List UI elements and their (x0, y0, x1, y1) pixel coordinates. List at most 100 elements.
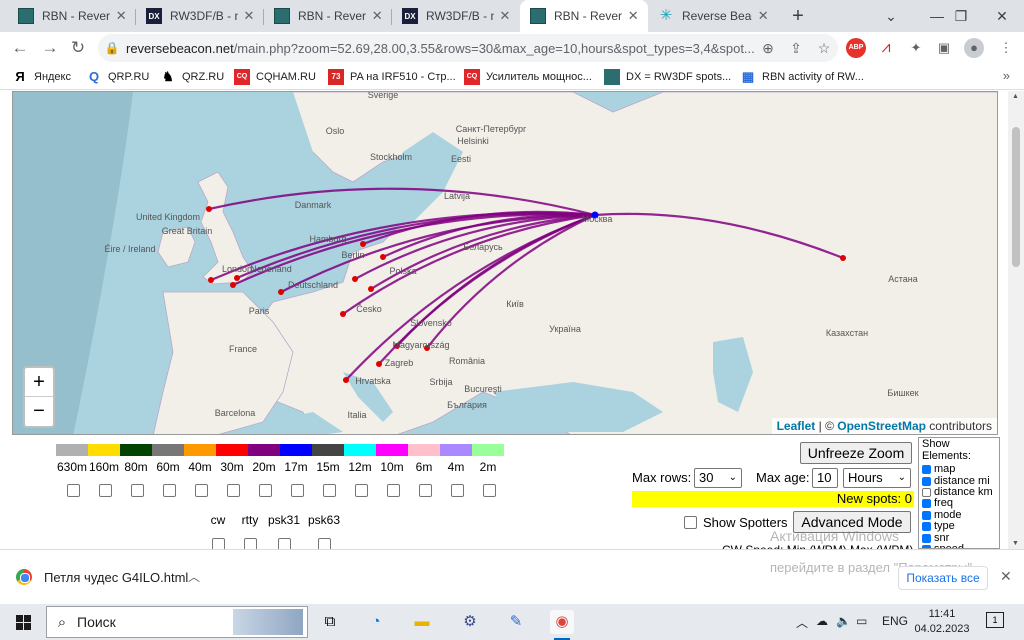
spotter-marker[interactable] (340, 311, 346, 317)
max-rows-select[interactable]: 30 ⌄ (694, 468, 742, 488)
spotter-marker[interactable] (234, 275, 240, 281)
tab-rbn-2[interactable]: RBN - Reverse ✕ (264, 0, 392, 32)
acrobat-icon[interactable]: ⩘ (876, 38, 896, 58)
zoom-icon[interactable]: ⊕ (754, 40, 782, 57)
bookmark-dx-spots[interactable]: DX = RW3DF spots... (604, 68, 731, 86)
new-tab-button[interactable]: + (786, 4, 810, 28)
show-element-checkbox[interactable] (922, 476, 931, 486)
show-element-checkbox[interactable] (922, 465, 931, 475)
input-language[interactable]: ENG (882, 614, 908, 628)
tab-rbn-active[interactable]: RBN - Reverse ✕ (520, 0, 648, 32)
tab-rw3df-1[interactable]: DX RW3DF/B - no ✕ (136, 0, 264, 32)
show-element-checkbox[interactable] (922, 522, 931, 532)
band-checkbox[interactable] (163, 484, 176, 497)
show-element-type[interactable]: type (922, 521, 999, 532)
leaflet-link[interactable]: Leaflet (777, 419, 816, 433)
spotter-marker[interactable] (376, 361, 382, 367)
restore-button[interactable]: ❐ (940, 4, 982, 28)
notification-center-icon[interactable]: 1 (986, 612, 1004, 628)
bookmark-amplifier[interactable]: CQ Усилитель мощнос... (464, 68, 592, 86)
chevron-up-icon[interactable]: ︿ (188, 568, 200, 585)
download-filename[interactable]: Петля чудес G4ILO.html (44, 570, 188, 585)
spotter-marker[interactable] (360, 241, 366, 247)
weather-icon[interactable]: ☁ (816, 614, 828, 628)
bookmark-star-icon[interactable]: ☆ (810, 40, 838, 57)
tab-reverse-beacon[interactable]: ✳ Reverse Beaco ✕ (648, 0, 778, 32)
page-scrollbar[interactable]: ▲ ▼ (1008, 91, 1024, 549)
close-download-bar-icon[interactable]: ✕ (1000, 568, 1012, 585)
spotter-marker[interactable] (208, 277, 214, 283)
band-checkbox[interactable] (387, 484, 400, 497)
spotter-marker[interactable] (368, 286, 374, 292)
show-spotters-checkbox[interactable] (684, 516, 697, 529)
edge-icon[interactable]: ◔ (364, 610, 388, 634)
spotter-marker[interactable] (343, 377, 349, 383)
band-checkbox[interactable] (131, 484, 144, 497)
band-checkbox[interactable] (291, 484, 304, 497)
zoom-out-button[interactable]: − (25, 397, 53, 426)
spotter-marker[interactable] (352, 276, 358, 282)
band-checkbox[interactable] (195, 484, 208, 497)
bookmark-rbn-activity[interactable]: ▦ RBN activity of RW... (740, 68, 864, 86)
address-bar[interactable]: 🔒 reversebeacon.net/main.php?zoom=52.69,… (98, 34, 838, 62)
profile-avatar-icon[interactable]: ● (964, 38, 984, 58)
chevron-down-icon[interactable]: ⌄ (868, 4, 914, 28)
show-element-checkbox[interactable] (922, 510, 931, 520)
close-tab-icon[interactable]: ✕ (498, 8, 512, 24)
band-checkbox[interactable] (419, 484, 432, 497)
show-all-downloads-button[interactable]: Показать все (898, 566, 988, 590)
tab-rw3df-2[interactable]: DX RW3DF/B - no ✕ (392, 0, 520, 32)
volume-icon[interactable]: 🔈 (836, 614, 851, 628)
close-tab-icon[interactable]: ✕ (626, 8, 640, 24)
scrollbar-thumb[interactable] (1012, 127, 1020, 267)
close-tab-icon[interactable]: ✕ (242, 8, 256, 24)
taskbar-clock[interactable]: 11:41 04.02.2023 (914, 607, 970, 637)
tray-overflow-icon[interactable]: ︿ (796, 614, 808, 631)
file-explorer-icon[interactable]: ▬ (410, 610, 434, 634)
adblock-plus-icon[interactable]: ABP (846, 38, 866, 58)
close-tab-icon[interactable]: ✕ (114, 8, 128, 24)
max-age-unit-select[interactable]: Hours ⌄ (843, 468, 911, 488)
band-checkbox[interactable] (259, 484, 272, 497)
show-element-map[interactable]: map (922, 464, 999, 475)
zoom-in-button[interactable]: + (25, 368, 53, 397)
reload-button[interactable]: ↻ (66, 36, 90, 60)
url-text[interactable]: reversebeacon.net/main.php?zoom=52.69,28… (126, 41, 754, 56)
tab-rbn-1[interactable]: RBN - Reverse ✕ (8, 0, 136, 32)
bookmark-qrp[interactable]: Q QRP.RU (86, 68, 149, 86)
show-element-checkbox[interactable] (922, 533, 931, 543)
spotter-marker[interactable] (380, 254, 386, 260)
forward-button[interactable]: → (38, 36, 62, 60)
task-view-icon[interactable]: ⧉ (318, 610, 342, 634)
band-checkbox[interactable] (451, 484, 464, 497)
lock-icon[interactable]: 🔒 (98, 41, 126, 55)
spotter-marker[interactable] (230, 282, 236, 288)
extensions-puzzle-icon[interactable]: ✦ (906, 38, 926, 58)
show-element-checkbox[interactable] (922, 487, 931, 497)
show-element-freq[interactable]: freq (922, 498, 999, 509)
chrome-taskbar-icon[interactable]: ◉ (550, 610, 574, 640)
band-checkbox[interactable] (99, 484, 112, 497)
close-window-button[interactable]: ✕ (980, 4, 1024, 28)
network-icon[interactable]: ▭ (856, 614, 867, 628)
spot-map[interactable]: Sverige Oslo Helsinki Санкт-Петербург Stockh… (12, 91, 998, 435)
band-checkbox[interactable] (323, 484, 336, 497)
show-element-checkbox[interactable] (922, 499, 931, 509)
band-checkbox[interactable] (483, 484, 496, 497)
taskbar-search[interactable]: ⌕ Поиск (46, 606, 308, 638)
more-bookmarks-icon[interactable]: » (1003, 68, 1010, 83)
band-checkbox[interactable] (355, 484, 368, 497)
spotter-marker[interactable] (206, 206, 212, 212)
scroll-up-icon[interactable]: ▲ (1012, 93, 1019, 100)
app-icon[interactable]: ⚙ (458, 610, 482, 634)
max-age-input[interactable]: 10 (812, 468, 838, 488)
scroll-down-icon[interactable]: ▼ (1012, 540, 1019, 547)
bookmark-cqham[interactable]: CQ CQHAM.RU (234, 68, 316, 86)
spotter-marker[interactable] (278, 289, 284, 295)
map-canvas[interactable]: Sverige Oslo Helsinki Санкт-Петербург Stockh… (13, 92, 998, 435)
side-panel-icon[interactable]: ▣ (934, 38, 954, 58)
close-tab-icon[interactable]: ✕ (756, 8, 770, 24)
bookmark-qrz[interactable]: ♞ QRZ.RU (160, 68, 224, 86)
bookmark-pa-irf510[interactable]: 73 PA на IRF510 - Стр... (328, 68, 456, 86)
start-button[interactable] (6, 604, 40, 640)
